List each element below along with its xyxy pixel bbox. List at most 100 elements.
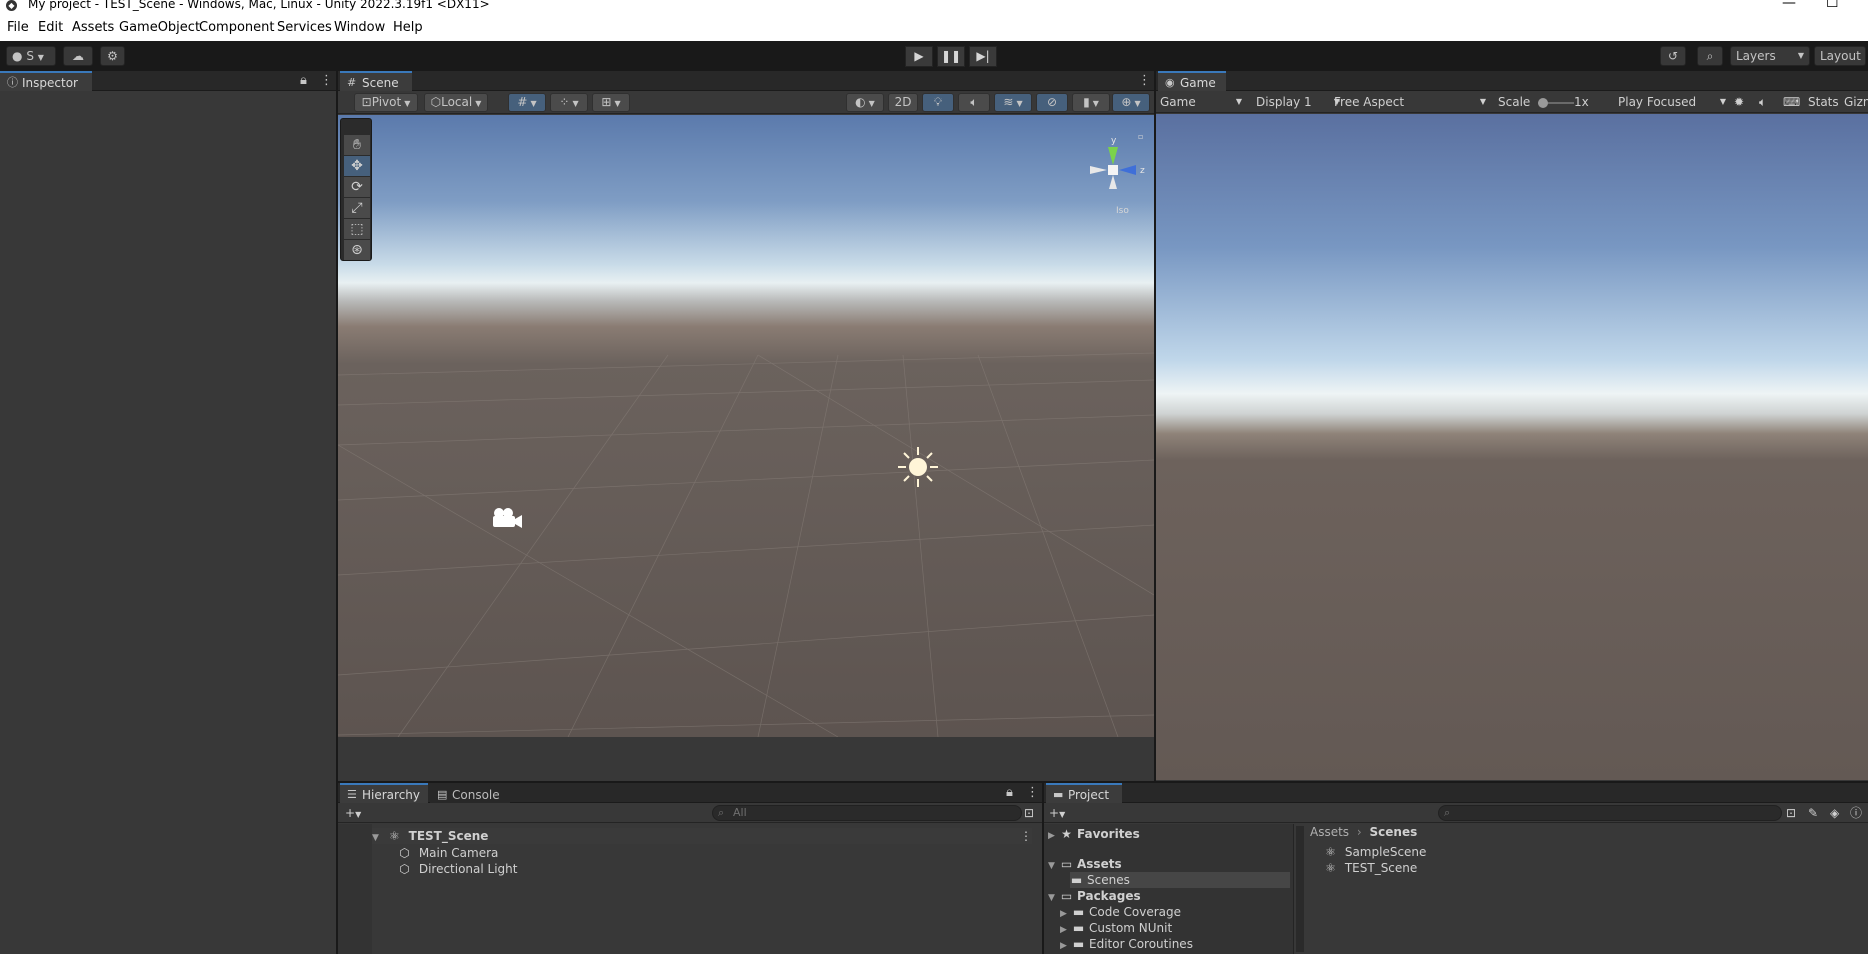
collab-button[interactable]: ⚙: [100, 46, 125, 66]
rotate-tool-button[interactable]: ⟳: [344, 177, 370, 197]
cloud-button[interactable]: ☁: [63, 46, 93, 66]
move-tool-button[interactable]: ✥: [344, 156, 370, 176]
local-dropdown[interactable]: ⬡Local ▼: [424, 93, 488, 112]
pause-button[interactable]: ❚❚: [937, 46, 965, 67]
folder-icon: ▬: [1072, 937, 1085, 951]
lock-icon[interactable]: 🔒︎: [1006, 785, 1013, 800]
increment-snap-toggle[interactable]: ⁘ ▼: [550, 93, 588, 112]
tree-package-item[interactable]: ▶ ▬ Custom NUnit: [1060, 920, 1172, 936]
play-focused-dropdown[interactable]: Play Focused ▼: [1618, 94, 1726, 110]
scale-tool-button[interactable]: ⤢: [344, 198, 370, 218]
minimize-button[interactable]: —: [1782, 0, 1796, 10]
aspect-dropdown[interactable]: Free Aspect ▼: [1334, 94, 1494, 110]
layout-dropdown[interactable]: Layout: [1814, 46, 1866, 66]
gizmos-button[interactable]: Gizn: [1844, 94, 1868, 110]
tree-assets[interactable]: ▼ ▭ Assets: [1048, 856, 1122, 872]
create-button[interactable]: +▼: [1049, 805, 1065, 821]
add-button[interactable]: +▼: [345, 805, 361, 821]
menu-component[interactable]: Component: [199, 20, 274, 35]
scale-slider[interactable]: [1538, 98, 1574, 108]
more-options-icon[interactable]: ⋮: [1138, 73, 1151, 88]
tab-hierarchy[interactable]: ☰ Hierarchy: [340, 783, 428, 803]
menu-services[interactable]: Services: [277, 20, 332, 35]
effects-dropdown[interactable]: ≋ ▼: [994, 93, 1032, 112]
hand-tool-button[interactable]: ✋︎: [344, 135, 370, 155]
gizmo-lock-icon[interactable]: ▫: [1138, 132, 1143, 141]
orientation-gizmo[interactable]: y z Iso ▫: [1068, 125, 1154, 215]
scene-tabbar: # Scene ⋮: [338, 71, 1154, 91]
tab-console[interactable]: ▤ Console: [430, 783, 510, 803]
tab-inspector[interactable]: ⓘ Inspector: [0, 71, 92, 91]
lighting-toggle[interactable]: 💡︎: [922, 93, 954, 112]
tab-scene[interactable]: # Scene: [340, 71, 412, 91]
hierarchy-item-directional-light[interactable]: ⬡ Directional Light: [398, 861, 517, 877]
file-item-samplescene[interactable]: ⚛ SampleScene: [1324, 844, 1426, 860]
menu-help[interactable]: Help: [393, 20, 423, 35]
menu-edit[interactable]: Edit: [38, 20, 63, 35]
account-dropdown[interactable]: ● S ▼: [6, 46, 56, 66]
camera-dropdown[interactable]: ▮ ▼: [1072, 93, 1110, 112]
tab-project[interactable]: ▬ Project: [1046, 783, 1122, 803]
tree-scenes-folder[interactable]: ▬ Scenes: [1070, 872, 1290, 888]
tree-package-item[interactable]: ▶ ▬ Editor Coroutines: [1060, 936, 1193, 952]
search-by-label-icon[interactable]: ✎: [1808, 805, 1818, 821]
scale-slider-handle[interactable]: [1538, 98, 1548, 108]
align-toggle[interactable]: ⊞ ▼: [592, 93, 630, 112]
menu-window[interactable]: Window: [334, 20, 385, 35]
scene-root-row[interactable]: ▼ ⚛ TEST_Scene ⋮: [372, 828, 1032, 844]
bug-icon[interactable]: ✹: [1734, 94, 1744, 110]
step-button[interactable]: ▶|: [969, 46, 997, 67]
transform-tool-button[interactable]: ⊛: [344, 240, 370, 260]
stats-button[interactable]: Stats: [1808, 94, 1839, 110]
game-view-dropdown[interactable]: Game ▼: [1160, 94, 1248, 110]
tree-favorites[interactable]: ▶ ★ Favorites: [1048, 826, 1140, 842]
breadcrumb-assets[interactable]: Assets: [1310, 825, 1349, 839]
file-item-test-scene[interactable]: ⚛ TEST_Scene: [1324, 860, 1417, 876]
keyboard-icon[interactable]: ⌨: [1783, 94, 1800, 110]
more-options-icon[interactable]: ⋮: [320, 73, 333, 88]
search-by-type-icon[interactable]: ⊡: [1786, 805, 1796, 821]
project-search-input[interactable]: ⌕: [1438, 805, 1782, 821]
tree-scrollbar[interactable]: [1296, 826, 1304, 952]
tree-package-item[interactable]: ▶ ▬ Code Coverage: [1060, 904, 1181, 920]
grid-snap-toggle[interactable]: # ▼: [508, 93, 546, 112]
tab-game[interactable]: ◉ Game: [1158, 71, 1226, 91]
maximize-button[interactable]: ☐: [1826, 0, 1839, 10]
hierarchy-search-input[interactable]: ⌕ All: [712, 805, 1022, 821]
camera-icon[interactable]: [488, 505, 524, 533]
expand-arrow-icon[interactable]: ▼: [1048, 858, 1060, 874]
collapse-arrow-icon[interactable]: ▶: [1060, 938, 1072, 954]
game-viewport[interactable]: [1156, 114, 1868, 780]
play-button[interactable]: ▶: [905, 46, 933, 67]
layers-label: Layers: [1736, 49, 1776, 63]
history-button[interactable]: ↺: [1660, 46, 1686, 66]
hierarchy-item-main-camera[interactable]: ⬡ Main Camera: [398, 845, 498, 861]
mute-audio-icon[interactable]: 🔈︎: [1759, 94, 1766, 110]
scene-visibility-icon[interactable]: ⊡: [1024, 805, 1034, 821]
menu-gameobject[interactable]: GameObject: [119, 20, 200, 35]
search-button[interactable]: ⌕: [1697, 46, 1723, 66]
expand-arrow-icon[interactable]: ▼: [372, 830, 384, 846]
gizmos-dropdown[interactable]: ⊕ ▼: [1112, 93, 1150, 112]
shading-mode-dropdown[interactable]: ◐ ▼: [846, 93, 884, 112]
collapse-arrow-icon[interactable]: ▶: [1048, 828, 1060, 844]
menu-file[interactable]: File: [7, 20, 29, 35]
tree-packages[interactable]: ▼ ▭ Packages: [1048, 888, 1141, 904]
mode-2d-toggle[interactable]: 2D: [888, 93, 918, 112]
info-icon[interactable]: ⓘ: [1850, 805, 1862, 821]
more-options-icon[interactable]: ⋮: [1020, 828, 1032, 844]
hidden-objects-toggle[interactable]: ⊘: [1036, 93, 1068, 112]
audio-toggle[interactable]: 🔈︎: [958, 93, 990, 112]
scene-viewport[interactable]: ✋︎ ✥ ⟳ ⤢ ⬚ ⊛ y z Iso ▫: [338, 115, 1154, 737]
tag-icon[interactable]: ◈: [1830, 805, 1839, 821]
breadcrumb-scenes[interactable]: Scenes: [1370, 825, 1418, 839]
directional-light-icon[interactable]: [896, 445, 940, 489]
display-dropdown[interactable]: Display 1 ▼: [1256, 94, 1342, 110]
lock-icon[interactable]: 🔒︎: [300, 73, 307, 88]
expand-arrow-icon[interactable]: ▼: [1048, 890, 1060, 906]
pivot-dropdown[interactable]: ⊡Pivot ▼: [354, 93, 418, 112]
menu-assets[interactable]: Assets: [72, 20, 114, 35]
rect-tool-button[interactable]: ⬚: [344, 219, 370, 239]
layers-dropdown[interactable]: Layers ▼: [1730, 46, 1810, 66]
more-options-icon[interactable]: ⋮: [1026, 785, 1039, 800]
